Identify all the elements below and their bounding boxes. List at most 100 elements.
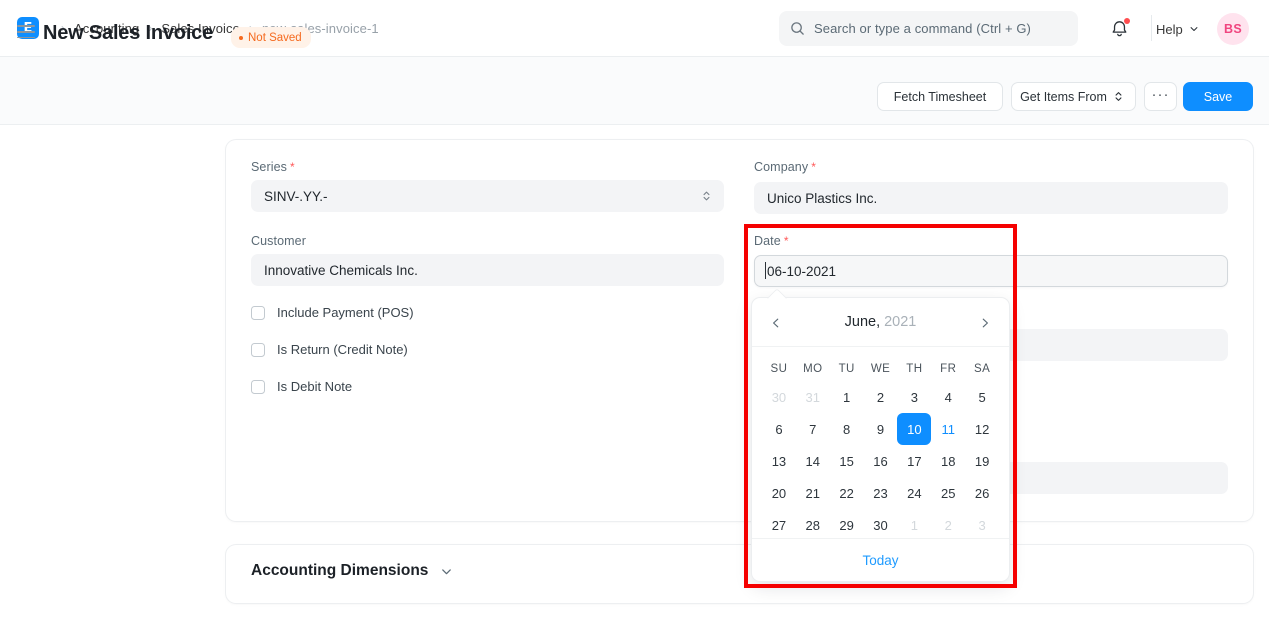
datepicker-day-3[interactable]: 3	[897, 381, 931, 413]
avatar-initials: BS	[1224, 22, 1242, 36]
datepicker-day-9[interactable]: 9	[864, 413, 898, 445]
company-input[interactable]: Unico Plastics Inc.	[754, 182, 1228, 214]
datepicker-day-2[interactable]: 2	[864, 381, 898, 413]
datepicker-day-26[interactable]: 26	[965, 477, 999, 509]
datepicker-day-5[interactable]: 5	[965, 381, 999, 413]
datepicker-day-3-adjacent[interactable]: 3	[965, 509, 999, 541]
chevron-updown-icon	[1114, 90, 1123, 103]
today-button[interactable]: Today	[862, 553, 898, 568]
help-menu-button[interactable]: Help	[1156, 19, 1199, 39]
fetch-timesheet-button[interactable]: Fetch Timesheet	[877, 82, 1003, 111]
accounting-dimensions-header[interactable]: Accounting Dimensions	[251, 562, 453, 580]
datepicker-footer: Today	[752, 538, 1009, 581]
datepicker-day-11[interactable]: 11	[931, 413, 965, 445]
customer-value: Innovative Chemicals Inc.	[264, 263, 418, 278]
datepicker-day-31-adjacent[interactable]: 31	[796, 381, 830, 413]
checkbox-include-payment[interactable]: Include Payment (POS)	[251, 305, 414, 320]
status-dot-icon	[239, 36, 243, 40]
checkbox-is-return[interactable]: Is Return (Credit Note)	[251, 342, 408, 357]
datepicker-day-1[interactable]: 1	[830, 381, 864, 413]
notification-unread-dot	[1124, 18, 1130, 24]
datepicker-day-16[interactable]: 16	[864, 445, 898, 477]
datepicker-day-18[interactable]: 18	[931, 445, 965, 477]
weekday-we: WE	[864, 357, 898, 381]
datepicker-day-10[interactable]: 10	[897, 413, 931, 445]
datepicker-day-20[interactable]: 20	[762, 477, 796, 509]
datepicker-day-23[interactable]: 23	[864, 477, 898, 509]
weekday-mo: MO	[796, 357, 830, 381]
datepicker-day-1-adjacent[interactable]: 1	[897, 509, 931, 541]
datepicker-day-29[interactable]: 29	[830, 509, 864, 541]
datepicker-day-28[interactable]: 28	[796, 509, 830, 541]
datepicker-header: June,2021	[752, 298, 1009, 347]
form-card: Series* SINV-.YY.- Customer Innovative C…	[226, 140, 1253, 521]
checkbox-box[interactable]	[251, 343, 265, 357]
checkbox-label: Is Debit Note	[277, 379, 352, 394]
datepicker-day-13[interactable]: 13	[762, 445, 796, 477]
more-actions-label: ···	[1152, 86, 1170, 103]
weekday-su: SU	[762, 357, 796, 381]
series-label: Series*	[251, 160, 295, 174]
text-caret	[765, 262, 766, 279]
get-items-from-button[interactable]: Get Items From	[1011, 82, 1136, 111]
datepicker-day-15[interactable]: 15	[830, 445, 864, 477]
chevron-updown-icon	[702, 189, 711, 203]
datepicker-day-25[interactable]: 25	[931, 477, 965, 509]
status-badge: Not Saved	[231, 27, 311, 48]
date-input[interactable]: 06-10-2021	[754, 255, 1228, 287]
search-input[interactable]: Search or type a command (Ctrl + G)	[779, 11, 1078, 46]
date-value: 06-10-2021	[767, 264, 836, 279]
hamburger-icon[interactable]	[17, 25, 35, 39]
datepicker-day-8[interactable]: 8	[830, 413, 864, 445]
datepicker-day-19[interactable]: 19	[965, 445, 999, 477]
datepicker-day-12[interactable]: 12	[965, 413, 999, 445]
accounting-dimensions-card: Accounting Dimensions	[226, 545, 1253, 603]
datepicker-day-2-adjacent[interactable]: 2	[931, 509, 965, 541]
required-asterisk: *	[290, 160, 295, 174]
save-button[interactable]: Save	[1183, 82, 1253, 111]
weekday-th: TH	[897, 357, 931, 381]
avatar[interactable]: BS	[1217, 13, 1249, 45]
series-select[interactable]: SINV-.YY.-	[251, 180, 724, 212]
company-label-text: Company	[754, 160, 808, 174]
chevron-down-icon[interactable]	[440, 565, 453, 578]
chevron-down-icon	[1189, 24, 1199, 34]
navbar-divider	[1151, 15, 1152, 41]
datepicker-month: June,	[845, 314, 880, 330]
datepicker-day-30-adjacent[interactable]: 30	[762, 381, 796, 413]
datepicker-day-7[interactable]: 7	[796, 413, 830, 445]
datepicker-year: 2021	[884, 314, 916, 330]
datepicker-day-17[interactable]: 17	[897, 445, 931, 477]
search-placeholder: Search or type a command (Ctrl + G)	[814, 21, 1031, 36]
checkbox-is-debit-note[interactable]: Is Debit Note	[251, 379, 352, 394]
more-actions-button[interactable]: ···	[1144, 82, 1177, 111]
datepicker-day-14[interactable]: 14	[796, 445, 830, 477]
notifications-button[interactable]	[1109, 18, 1131, 40]
page-title: New Sales Invoice	[43, 22, 213, 45]
datepicker-week-row: 27282930123	[762, 509, 999, 541]
required-asterisk: *	[811, 160, 816, 174]
next-month-button[interactable]	[975, 313, 995, 333]
datepicker-day-4[interactable]: 4	[931, 381, 965, 413]
datepicker-day-22[interactable]: 22	[830, 477, 864, 509]
weekday-fr: FR	[931, 357, 965, 381]
datepicker-day-24[interactable]: 24	[897, 477, 931, 509]
datepicker-weekday-row: SU MO TU WE TH FR SA	[762, 357, 999, 381]
checkbox-box[interactable]	[251, 380, 265, 394]
datepicker-popup[interactable]: June,2021 SU MO TU WE TH FR SA 303112345…	[752, 298, 1009, 581]
required-asterisk: *	[784, 234, 789, 248]
customer-input[interactable]: Innovative Chemicals Inc.	[251, 254, 724, 286]
weekday-sa: SA	[965, 357, 999, 381]
datepicker-day-27[interactable]: 27	[762, 509, 796, 541]
datepicker-day-21[interactable]: 21	[796, 477, 830, 509]
status-badge-label: Not Saved	[248, 32, 302, 44]
datepicker-day-6[interactable]: 6	[762, 413, 796, 445]
datepicker-day-30[interactable]: 30	[864, 509, 898, 541]
datepicker-grid: SU MO TU WE TH FR SA 3031123456789101112…	[752, 347, 1009, 541]
checkbox-label: Is Return (Credit Note)	[277, 342, 408, 357]
datepicker-month-year[interactable]: June,2021	[845, 314, 917, 330]
checkbox-box[interactable]	[251, 306, 265, 320]
prev-month-button[interactable]	[766, 313, 786, 333]
date-label-text: Date	[754, 234, 781, 248]
series-value: SINV-.YY.-	[264, 189, 328, 204]
